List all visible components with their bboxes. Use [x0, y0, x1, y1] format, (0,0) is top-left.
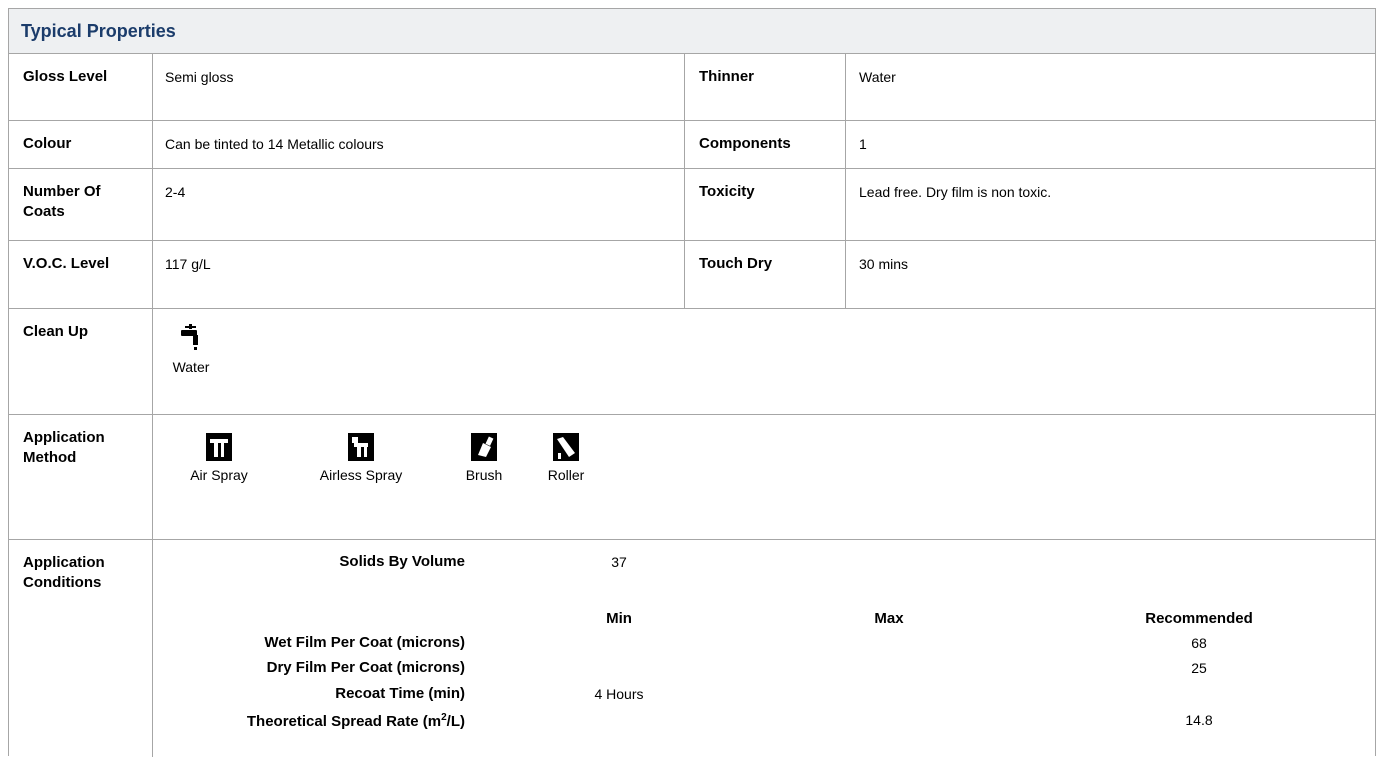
condition-recommended: 68 — [1191, 635, 1207, 651]
method-label: Brush — [465, 467, 503, 483]
airless-spray-icon — [348, 433, 374, 461]
condition-recommended: 25 — [1191, 660, 1207, 676]
application-conditions-row: Application Conditions Solids By Volume … — [9, 540, 1375, 757]
row-value-2: Water — [859, 69, 896, 85]
method-label: Air Spray — [190, 467, 248, 483]
solids-value: 37 — [611, 554, 627, 570]
row-label: Colour — [23, 135, 72, 152]
application-conditions-label: Application Conditions — [23, 554, 105, 591]
roller-icon — [553, 433, 579, 461]
method-air-spray: Air Spray — [169, 433, 269, 483]
row-label-2: Toxicity — [699, 183, 755, 200]
row-value: 2-4 — [165, 184, 186, 200]
condition-label: Recoat Time (min) — [335, 685, 465, 702]
method-airless-spray: Airless Spray — [291, 433, 431, 483]
condition-label: Dry Film Per Coat (microns) — [266, 659, 465, 676]
row-label: Number Of Coats — [23, 183, 101, 220]
header-recommended: Recommended — [1145, 610, 1253, 627]
row-value-2: Lead free. Dry film is non toxic. — [859, 184, 1052, 200]
table-row: Gloss Level Semi gloss Thinner Water — [9, 54, 1375, 121]
row-value: 117 g/L — [165, 256, 211, 272]
cleanup-row: Clean Up Water — [9, 309, 1375, 415]
row-label: V.O.C. Level — [23, 255, 110, 272]
air-spray-icon — [206, 433, 232, 461]
method-brush: Brush — [449, 433, 519, 483]
header-max: Max — [874, 610, 904, 627]
cleanup-method: Water — [169, 323, 213, 375]
solids-label: Solids By Volume — [339, 553, 465, 570]
row-value: Semi gloss — [165, 69, 234, 85]
table-row: Colour Can be tinted to 14 Metallic colo… — [9, 121, 1375, 169]
tap-icon — [181, 324, 198, 350]
condition-label: Wet Film Per Coat (microns) — [264, 634, 465, 651]
method-label: Roller — [547, 467, 585, 483]
cleanup-method-label: Water — [172, 359, 210, 375]
condition-label: Theoretical Spread Rate (m2/L) — [246, 712, 465, 730]
application-method-row: Application Method Air Spray Airless Spr… — [9, 415, 1375, 540]
row-label: Gloss Level — [23, 68, 108, 85]
table-row: V.O.C. Level 117 g/L Touch Dry 30 mins — [9, 241, 1375, 309]
brush-icon — [471, 433, 497, 461]
typical-properties-table: Typical Properties Gloss Level Semi glos… — [8, 8, 1376, 757]
table-title: Typical Properties — [21, 21, 176, 41]
row-label-2: Thinner — [699, 68, 754, 85]
header-min: Min — [606, 610, 632, 627]
row-value: Can be tinted to 14 Metallic colours — [165, 136, 384, 152]
application-method-label: Application Method — [23, 429, 105, 466]
cleanup-label: Clean Up — [23, 323, 89, 340]
table-header: Typical Properties — [9, 9, 1375, 54]
row-value-2: 30 mins — [859, 256, 909, 272]
condition-min: 4 Hours — [594, 686, 644, 702]
row-label-2: Components — [699, 135, 791, 152]
row-label-2: Touch Dry — [699, 255, 773, 272]
method-label: Airless Spray — [319, 467, 403, 483]
condition-recommended: 14.8 — [1185, 712, 1213, 728]
method-roller: Roller — [531, 433, 601, 483]
table-row: Number Of Coats 2-4 Toxicity Lead free. … — [9, 169, 1375, 241]
row-value-2: 1 — [859, 136, 867, 152]
